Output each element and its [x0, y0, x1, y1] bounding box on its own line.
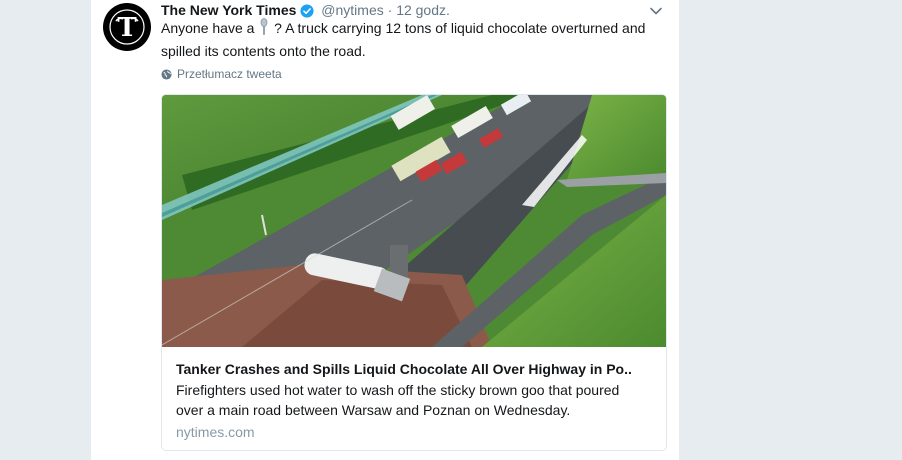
- header-separator: ·: [387, 2, 393, 18]
- author-name[interactable]: The New York Times: [161, 2, 296, 18]
- svg-text:T: T: [117, 13, 137, 43]
- tweet-header: The New York Times @nytimes · 12 godz.: [161, 0, 661, 20]
- nyt-logo-icon: T: [109, 9, 145, 45]
- translate-label: Przetłumacz tweeta: [177, 67, 282, 81]
- tweet-timestamp[interactable]: 12 godz.: [396, 2, 450, 18]
- spoon-icon: [258, 18, 270, 41]
- article-domain: nytimes.com: [176, 424, 255, 440]
- tweet-card: T The New York Times @nytimes · 12 godz.…: [91, 0, 679, 460]
- chevron-down-icon[interactable]: [649, 4, 663, 18]
- link-preview-card[interactable]: Tanker Crashes and Spills Liquid Chocola…: [161, 94, 667, 451]
- tweet-text-part-1: Anyone have a: [161, 20, 259, 36]
- author-handle[interactable]: @nytimes: [321, 2, 383, 18]
- article-description: Firefighters used hot water to wash off …: [176, 382, 620, 418]
- article-photo: [162, 95, 666, 347]
- translate-tweet-link[interactable]: Przetłumacz tweeta: [161, 66, 282, 82]
- article-title[interactable]: Tanker Crashes and Spills Liquid Chocola…: [176, 359, 654, 379]
- globe-icon: [161, 68, 172, 80]
- tweet-text: Anyone have a ? A truck carrying 12 tons…: [161, 18, 671, 61]
- author-avatar[interactable]: T: [103, 3, 151, 51]
